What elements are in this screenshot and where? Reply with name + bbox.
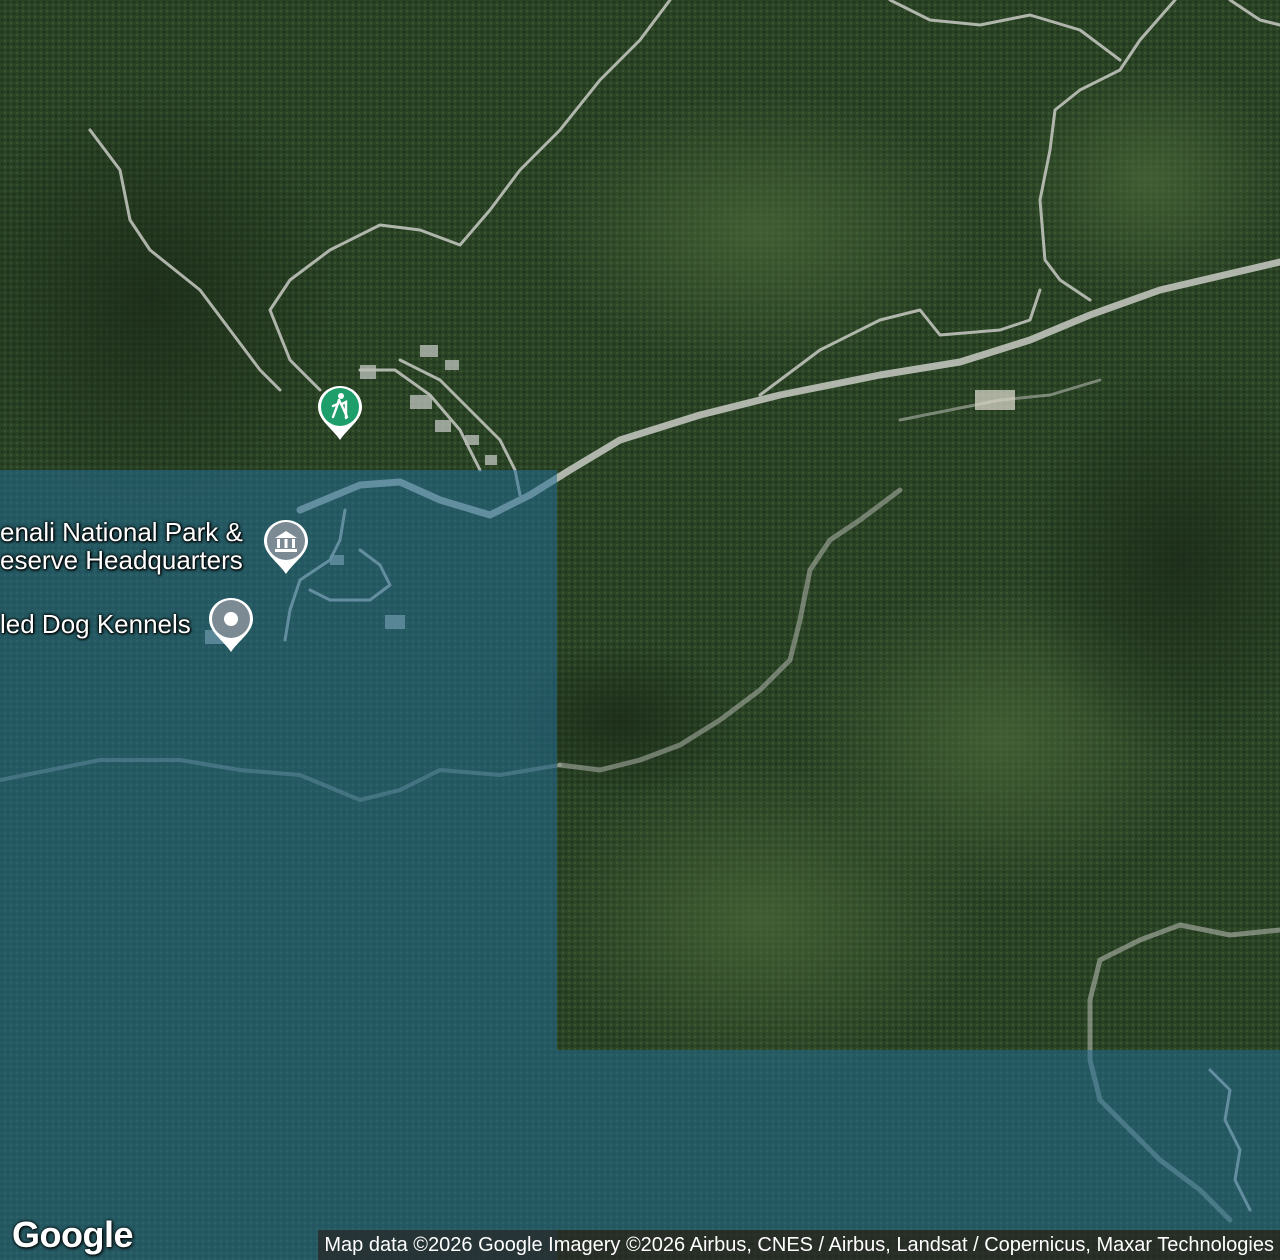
google-logo: Google — [12, 1214, 134, 1255]
forest-light-patch — [540, 90, 980, 370]
imagery-tile-overlay — [557, 1050, 1280, 1230]
attribution-bar: Map data ©2026 Google Imagery ©2026 Airb… — [240, 1230, 1280, 1260]
poi-kennels-label: led Dog Kennels — [0, 609, 191, 639]
clearing — [975, 390, 1015, 410]
label-line-1: enali National Park & — [0, 517, 243, 547]
museum-icon — [264, 520, 308, 574]
hiker-icon — [318, 386, 362, 440]
forest-light-patch — [1010, 60, 1280, 300]
label-line-2: eserve Headquarters — [0, 545, 243, 575]
map-canvas[interactable]: enali National Park & eserve Headquarter… — [0, 0, 1280, 1260]
attribution-text[interactable]: Map data ©2026 Google Imagery ©2026 Airb… — [318, 1230, 1280, 1260]
imagery-tile-overlay — [0, 470, 557, 1260]
location-dot-icon — [209, 598, 253, 652]
poi-headquarters-label: enali National Park & eserve Headquarter… — [0, 518, 243, 574]
